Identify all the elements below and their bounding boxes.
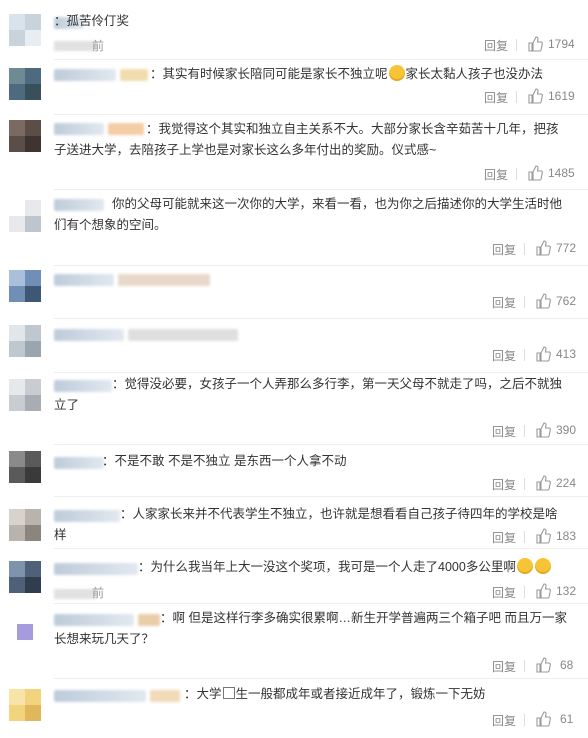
like-count: 772	[556, 241, 577, 255]
like-count: 1619	[548, 89, 575, 103]
comment-text: ：不是不敢 不是不独立 是东西一个人拿不动	[102, 454, 347, 468]
like-count: 224	[556, 476, 577, 490]
username-badge	[118, 274, 210, 286]
like-count: 413	[556, 347, 577, 361]
like-count: 1794	[548, 37, 575, 51]
separator	[524, 660, 525, 672]
thumbs-up-icon[interactable]	[535, 711, 551, 727]
separator	[524, 714, 525, 726]
reply-button[interactable]: 回复	[478, 89, 508, 106]
reply-button[interactable]: 回复	[486, 584, 516, 601]
username[interactable]	[54, 69, 116, 81]
thumbs-up-icon[interactable]	[535, 293, 551, 309]
username[interactable]	[54, 329, 124, 341]
thumbs-up-icon[interactable]	[535, 422, 551, 438]
timestamp: 前	[92, 39, 105, 53]
reply-button[interactable]: 回复	[486, 241, 516, 258]
avatar[interactable]	[9, 68, 41, 100]
like-count: 762	[556, 294, 577, 308]
thumbs-up-icon[interactable]	[535, 475, 551, 491]
broken-glyph-icon	[222, 687, 235, 699]
thumbs-up-icon[interactable]	[527, 165, 543, 181]
avatar[interactable]	[9, 379, 41, 411]
separator	[524, 478, 525, 490]
like-count: 132	[556, 584, 577, 598]
reply-button[interactable]: 回复	[486, 347, 516, 364]
separator	[524, 243, 525, 255]
avatar[interactable]	[9, 616, 41, 648]
smirk-emoji-icon	[388, 65, 405, 81]
avatar[interactable]	[9, 270, 41, 302]
comment-4: 你的父母可能就来这一次你的大学，来看一看，也为你之后描述你的大学生活时他们有个想…	[0, 190, 588, 266]
reply-button[interactable]: 回复	[486, 294, 516, 311]
avatar[interactable]	[9, 120, 41, 152]
comment-5: 回复 762	[0, 266, 588, 319]
comment-8: ：不是不敢 不是不独立 是东西一个人拿不动 回复 224	[0, 445, 588, 497]
like-count: 61	[560, 712, 574, 726]
thumbs-up-icon[interactable]	[535, 528, 551, 544]
thumbs-up-icon[interactable]	[535, 657, 551, 673]
reply-button[interactable]: 回复	[486, 529, 516, 546]
thumbs-up-icon[interactable]	[535, 583, 551, 599]
comment-10: ：为什么我当年上大一没这个奖项，我可是一个人走了4000多公里啊 前 回复 13…	[0, 549, 588, 604]
avatar[interactable]	[9, 689, 41, 721]
reply-button[interactable]: 回复	[478, 37, 508, 54]
comment-text: ：为什么我当年上大一没这个奖项，我可是一个人走了4000多公里啊	[54, 557, 568, 578]
separator	[516, 91, 517, 103]
avatar[interactable]	[9, 561, 41, 593]
separator	[524, 586, 525, 598]
username[interactable]	[54, 274, 114, 286]
reply-button[interactable]: 回复	[486, 712, 516, 729]
separator	[516, 39, 517, 51]
comment-text: ：觉得没必要，女孩子一个人弄那么多行李，第一天父母不就走了吗，之后不就独立了	[54, 377, 563, 412]
thumbs-up-icon[interactable]	[527, 36, 543, 52]
comment-text: ：大学 生一般都成年或者接近成年了，锻炼一下无妨	[184, 687, 486, 701]
like-count: 1485	[548, 166, 575, 180]
like-count: 390	[556, 423, 577, 437]
reply-button[interactable]: 回复	[486, 658, 516, 675]
thumbs-up-icon[interactable]	[527, 88, 543, 104]
comment-text: ：我觉得这个其实和独立自主关系不大。大部分家长含辛茹苦十几年，把孩子送进大学，去…	[54, 122, 559, 157]
separator	[524, 296, 525, 308]
thumbs-up-icon[interactable]	[535, 346, 551, 362]
username-badge	[128, 329, 238, 341]
avatar[interactable]	[9, 451, 41, 483]
comment-2: ：其实有时候家长陪同可能是家长不独立呢 家长太黏人孩子也没办法 回复 1619	[0, 60, 588, 115]
separator	[524, 425, 525, 437]
comment-6: 回复 413	[0, 319, 588, 373]
comment-text: ：其实有时候家长陪同可能是家长不独立呢 家长太黏人孩子也没办法	[150, 65, 544, 81]
timestamp-blurred	[54, 589, 96, 599]
comment-text: ：啊 但是这样行李多确实很累啊…新生开学普遍两三个箱子吧 而且万一家长想来玩几天…	[54, 611, 567, 646]
comment-9: ：人家家长来并不代表学生不独立，也许就是想看看自己孩子待四年的学校是啥样 回复 …	[0, 497, 588, 549]
reply-button[interactable]: 回复	[478, 166, 508, 183]
timestamp-blurred	[54, 41, 96, 51]
avatar[interactable]	[9, 14, 41, 46]
avatar[interactable]	[9, 325, 41, 357]
sweat-emoji-icon	[534, 558, 551, 574]
like-count: 68	[560, 658, 574, 672]
separator	[516, 168, 517, 180]
comment-7: ：觉得没必要，女孩子一个人弄那么多行李，第一天父母不就走了吗，之后不就独立了 回…	[0, 373, 588, 445]
thumbs-up-icon[interactable]	[535, 240, 551, 256]
like-count: 183	[556, 529, 577, 543]
reply-button[interactable]: 回复	[486, 476, 516, 493]
comment-3: ：我觉得这个其实和独立自主关系不大。大部分家长含辛茹苦十几年，把孩子送进大学，去…	[0, 115, 588, 190]
username-badge	[120, 69, 148, 81]
comment-1: ：孤苦伶仃奖 前 回复 1794	[0, 0, 588, 60]
sweat-emoji-icon	[516, 558, 533, 574]
separator	[524, 349, 525, 361]
avatar[interactable]	[9, 509, 41, 541]
comment-text: ：孤苦伶仃奖	[54, 14, 130, 28]
comment-12: ：大学 生一般都成年或者接近成年了，锻炼一下无妨 回复 61	[0, 679, 588, 738]
avatar[interactable]	[9, 200, 41, 232]
comment-text: 你的父母可能就来这一次你的大学，来看一看，也为你之后描述你的大学生活时他们有个想…	[54, 197, 563, 232]
separator	[524, 531, 525, 543]
timestamp: 前	[92, 586, 105, 600]
reply-button[interactable]: 回复	[486, 423, 516, 440]
comment-11: ：啊 但是这样行李多确实很累啊…新生开学普遍两三个箱子吧 而且万一家长想来玩几天…	[0, 604, 588, 679]
